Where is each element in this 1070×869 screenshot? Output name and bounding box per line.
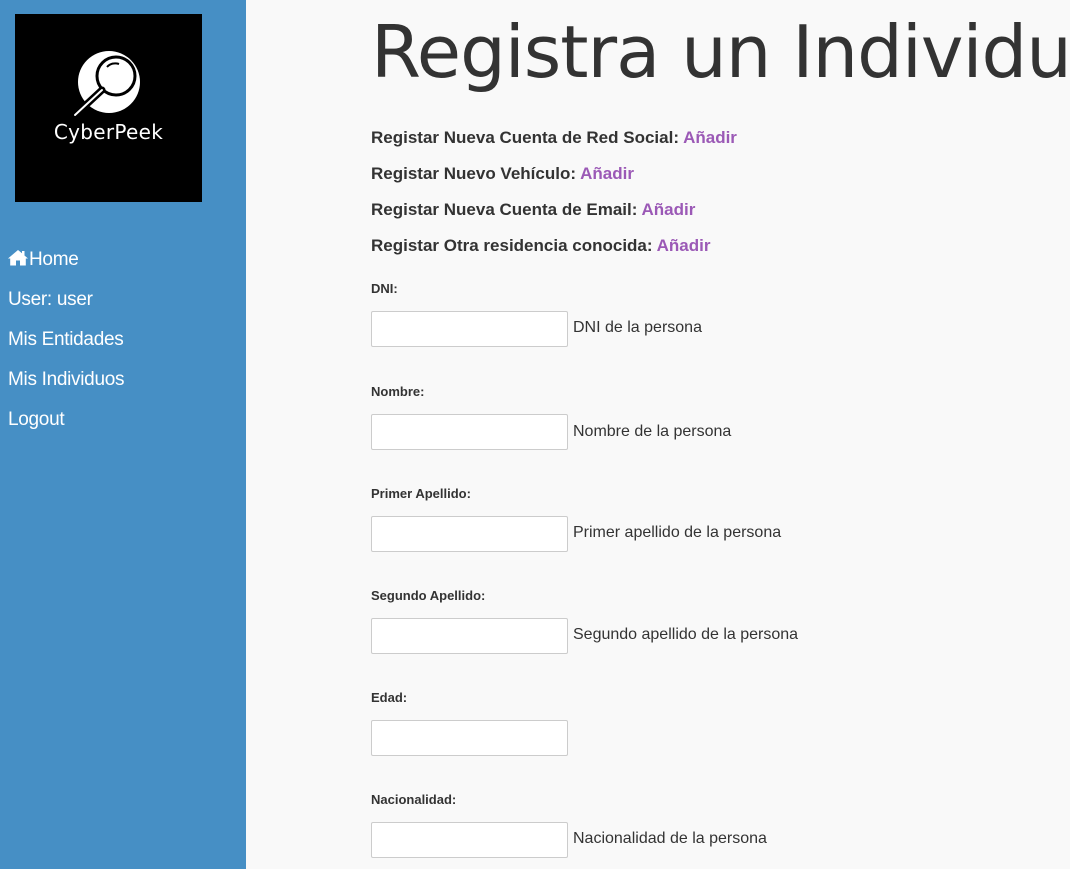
- nombre-help: Nombre de la persona: [573, 423, 732, 440]
- register-social-account: Registar Nueva Cuenta de Red Social: Aña…: [371, 128, 737, 148]
- logo-text: CyberPeek: [53, 120, 164, 144]
- sidebar-item-label: User: user: [8, 289, 93, 310]
- nombre-input[interactable]: [371, 414, 568, 450]
- dni-help: DNI de la persona: [573, 319, 702, 336]
- sidebar-item-logout[interactable]: Logout: [8, 400, 124, 440]
- sidebar-item-label: Logout: [8, 409, 65, 430]
- sidebar-item-label: Home: [29, 249, 79, 270]
- register-email-label: Registar Nueva Cuenta de Email:: [371, 200, 638, 219]
- primer-apellido-help: Primer apellido de la persona: [573, 524, 782, 541]
- nacionalidad-input[interactable]: [371, 822, 568, 858]
- segundo-apellido-label: Segundo Apellido:: [371, 588, 486, 603]
- cyberpeek-logo[interactable]: CyberPeek: [15, 14, 202, 202]
- segundo-apellido-help: Segundo apellido de la persona: [573, 626, 799, 643]
- register-vehicle: Registar Nuevo Vehículo: Añadir: [371, 164, 634, 184]
- register-email-account: Registar Nueva Cuenta de Email: Añadir: [371, 200, 695, 220]
- dni-input[interactable]: [371, 311, 568, 347]
- register-residence: Registar Otra residencia conocida: Añadi…: [371, 236, 710, 256]
- primer-apellido-label: Primer Apellido:: [371, 486, 471, 501]
- home-icon: [8, 249, 28, 272]
- magnifier-icon: [71, 51, 140, 119]
- add-social-account-link[interactable]: Añadir: [683, 128, 737, 147]
- sidebar-item-label: Mis Entidades: [8, 329, 124, 350]
- add-residence-link[interactable]: Añadir: [657, 236, 711, 255]
- register-social-label: Registar Nueva Cuenta de Red Social:: [371, 128, 679, 147]
- register-residence-label: Registar Otra residencia conocida:: [371, 236, 653, 255]
- sidebar-nav: Home User: user Mis Entidades Mis Indivi…: [8, 240, 124, 440]
- segundo-apellido-input[interactable]: [371, 618, 568, 654]
- primer-apellido-input[interactable]: [371, 516, 568, 552]
- nacionalidad-label: Nacionalidad:: [371, 792, 457, 807]
- sidebar-item-mis-individuos[interactable]: Mis Individuos: [8, 360, 124, 400]
- sidebar-item-user[interactable]: User: user: [8, 280, 124, 320]
- nacionalidad-help: Nacionalidad de la persona: [573, 830, 767, 847]
- page-title: Registra un Individuo: [371, 10, 1070, 94]
- dni-label: DNI:: [371, 281, 398, 296]
- sidebar-item-mis-entidades[interactable]: Mis Entidades: [8, 320, 124, 360]
- add-vehicle-link[interactable]: Añadir: [580, 164, 634, 183]
- sidebar-item-label: Mis Individuos: [8, 369, 125, 390]
- register-vehicle-label: Registar Nuevo Vehículo:: [371, 164, 576, 183]
- sidebar-item-home[interactable]: Home: [8, 240, 124, 280]
- nombre-label: Nombre:: [371, 384, 425, 399]
- sidebar: CyberPeek Home User: user Mis Entidades …: [0, 0, 246, 869]
- edad-input[interactable]: [371, 720, 568, 756]
- add-email-account-link[interactable]: Añadir: [642, 200, 696, 219]
- edad-label: Edad:: [371, 690, 408, 705]
